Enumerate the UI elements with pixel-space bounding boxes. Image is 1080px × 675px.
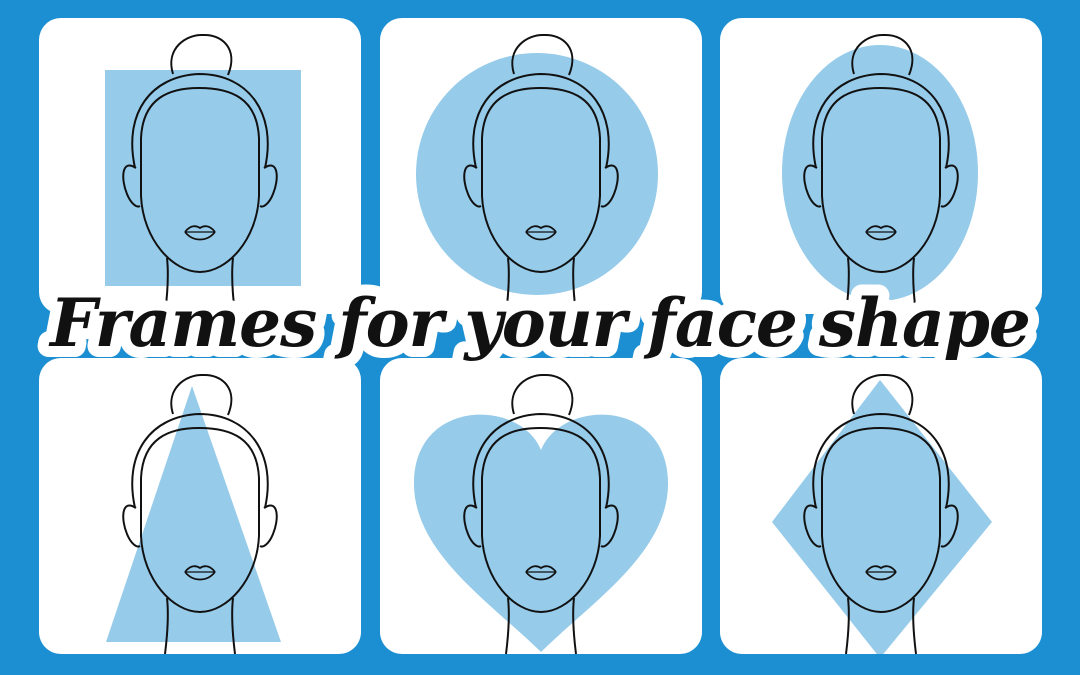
face-shape-card-oval bbox=[720, 18, 1042, 314]
face-shape-card-heart bbox=[380, 358, 702, 654]
face-shape-card-square bbox=[39, 18, 361, 314]
triangle-icon bbox=[106, 373, 281, 654]
face-shape-card-diamond bbox=[720, 358, 1042, 654]
oval-icon bbox=[782, 33, 978, 314]
square-icon bbox=[105, 33, 301, 314]
face-shape-card-round bbox=[380, 18, 702, 314]
round-icon bbox=[416, 33, 658, 314]
face-shape-card-triangle bbox=[39, 358, 361, 654]
heart-icon bbox=[413, 373, 669, 654]
diamond-icon bbox=[772, 373, 992, 654]
